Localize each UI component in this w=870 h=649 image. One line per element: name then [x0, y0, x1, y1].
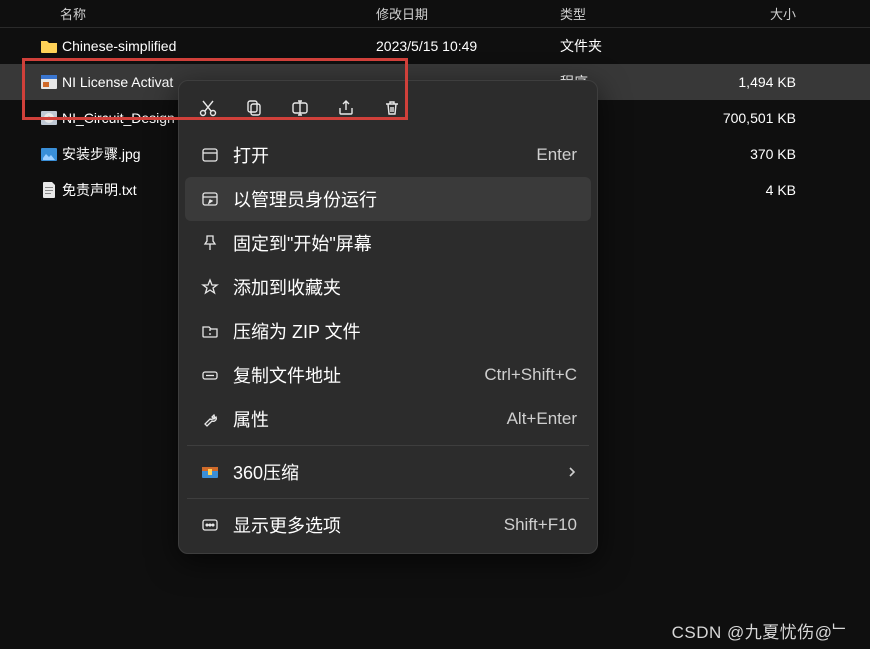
file-size: 700,501 KB — [723, 110, 796, 126]
menu-shortcut: Enter — [536, 145, 577, 165]
path-icon — [199, 366, 221, 384]
menu-360zip[interactable]: 360压缩 — [185, 450, 591, 494]
col-type[interactable]: 类型 — [560, 4, 586, 23]
col-name[interactable]: 名称 — [60, 4, 86, 23]
menu-label: 复制文件地址 — [233, 362, 484, 388]
copy-icon[interactable] — [233, 89, 275, 127]
menu-show-more[interactable]: 显示更多选项 Shift+F10 — [185, 503, 591, 547]
watermark: CSDN @九夏忧伤@﹂ — [672, 618, 850, 643]
star-icon — [199, 278, 221, 296]
menu-label: 以管理员身份运行 — [233, 186, 577, 212]
menu-shortcut: Ctrl+Shift+C — [484, 365, 577, 385]
menu-label: 属性 — [233, 406, 507, 432]
menu-run-as-admin[interactable]: 以管理员身份运行 — [185, 177, 591, 221]
menu-label: 固定到"开始"屏幕 — [233, 230, 577, 256]
file-size: 1,494 KB — [738, 74, 796, 90]
file-name: NI_Circuit_Design — [62, 110, 175, 126]
menu-add-favorite[interactable]: 添加到收藏夹 — [185, 265, 591, 309]
rename-icon[interactable] — [279, 89, 321, 127]
file-size: 370 KB — [750, 146, 796, 162]
context-menu: 打开 Enter 以管理员身份运行 固定到"开始"屏幕 添加到收藏夹 压缩为 Z… — [178, 80, 598, 554]
shield-icon — [199, 190, 221, 208]
more-icon — [199, 516, 221, 534]
menu-shortcut: Alt+Enter — [507, 409, 577, 429]
delete-icon[interactable] — [371, 89, 413, 127]
context-toolbar — [185, 87, 591, 133]
text-file-icon — [40, 181, 58, 199]
file-name: NI License Activat — [62, 74, 173, 90]
file-name: 免责声明.txt — [62, 180, 137, 200]
share-icon[interactable] — [325, 89, 367, 127]
disk-image-icon — [40, 109, 58, 127]
menu-label: 显示更多选项 — [233, 512, 504, 538]
menu-label: 压缩为 ZIP 文件 — [233, 318, 577, 344]
menu-label: 360压缩 — [233, 459, 567, 485]
menu-properties[interactable]: 属性 Alt+Enter — [185, 397, 591, 441]
col-size[interactable]: 大小 — [770, 4, 796, 23]
menu-separator — [187, 498, 589, 499]
menu-compress-zip[interactable]: 压缩为 ZIP 文件 — [185, 309, 591, 353]
pin-icon — [199, 234, 221, 252]
file-name: 安装步骤.jpg — [62, 144, 141, 164]
cut-icon[interactable] — [187, 89, 229, 127]
folder-icon — [40, 37, 58, 55]
wrench-icon — [199, 410, 221, 428]
column-header-row: 名称 修改日期 类型 大小 — [0, 0, 870, 28]
col-date[interactable]: 修改日期 — [376, 4, 428, 23]
image-icon — [40, 145, 58, 163]
file-type: 文件夹 — [560, 36, 602, 56]
menu-pin-start[interactable]: 固定到"开始"屏幕 — [185, 221, 591, 265]
exe-icon — [40, 73, 58, 91]
chevron-right-icon — [567, 465, 577, 479]
menu-separator — [187, 445, 589, 446]
archive-icon — [199, 464, 221, 480]
open-icon — [199, 146, 221, 164]
file-name: Chinese-simplified — [62, 38, 176, 54]
menu-label: 打开 — [233, 142, 536, 168]
menu-copy-path[interactable]: 复制文件地址 Ctrl+Shift+C — [185, 353, 591, 397]
table-row[interactable]: Chinese-simplified 2023/5/15 10:49 文件夹 — [0, 28, 870, 64]
zip-icon — [199, 322, 221, 340]
menu-open[interactable]: 打开 Enter — [185, 133, 591, 177]
file-date: 2023/5/15 10:49 — [376, 38, 477, 54]
menu-shortcut: Shift+F10 — [504, 515, 577, 535]
menu-label: 添加到收藏夹 — [233, 274, 577, 300]
file-size: 4 KB — [766, 182, 796, 198]
